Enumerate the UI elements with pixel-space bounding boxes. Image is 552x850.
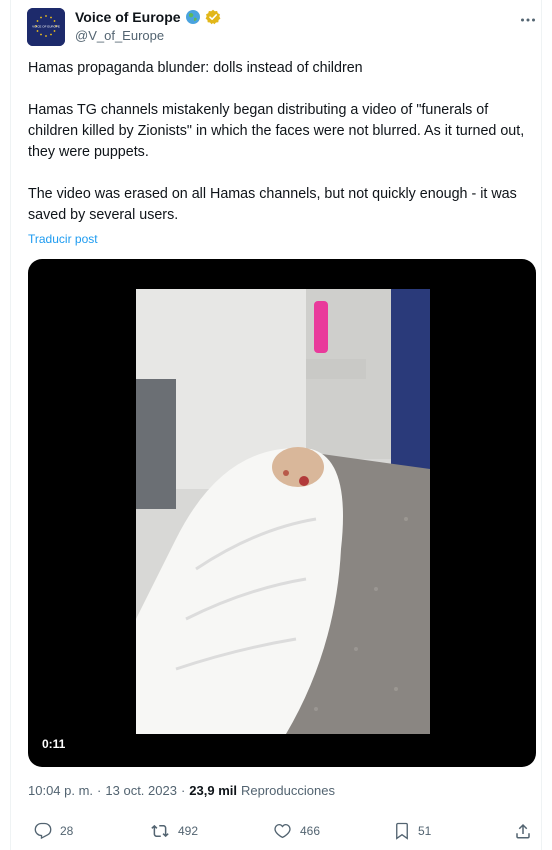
- tweet-paragraph: The video was erased on all Hamas channe…: [28, 186, 517, 223]
- video-duration: 0:11: [42, 737, 66, 751]
- display-name[interactable]: Voice of Europe: [75, 9, 181, 25]
- reply-button[interactable]: 28: [34, 822, 73, 840]
- meta-separator: ·: [180, 783, 186, 798]
- repost-count: 492: [178, 824, 199, 838]
- like-count: 466: [300, 824, 321, 838]
- tweet-text: Hamas propaganda blunder: dolls instead …: [28, 58, 536, 247]
- avatar[interactable]: VOICE OF EUROPE: [27, 8, 65, 46]
- avatar-text: VOICE OF EUROPE: [32, 25, 60, 29]
- tweet-paragraph: Hamas TG channels mistakenly began distr…: [28, 102, 525, 160]
- handle[interactable]: @V_of_Europe: [75, 28, 164, 43]
- share-button[interactable]: [514, 822, 532, 840]
- more-icon[interactable]: [518, 10, 538, 30]
- tweet-meta: 10:04 p. m. · 13 oct. 2023 · 23,9 mil Re…: [28, 783, 335, 798]
- bookmark-count: 51: [418, 824, 432, 838]
- repost-button[interactable]: 492: [150, 822, 198, 840]
- reply-icon: [34, 822, 52, 840]
- action-bar: 28 492 466 51: [28, 822, 536, 848]
- verified-badge-icon: [205, 9, 221, 25]
- tweet-date[interactable]: 13 oct. 2023: [105, 783, 177, 798]
- views-count: 23,9 mil: [189, 783, 237, 798]
- globe-icon: [185, 9, 201, 25]
- share-icon: [514, 822, 532, 840]
- name-row: Voice of Europe: [75, 9, 221, 25]
- like-button[interactable]: 466: [273, 822, 320, 840]
- video-frame[interactable]: [136, 289, 430, 734]
- video-player[interactable]: [28, 259, 536, 767]
- bookmark-icon: [394, 822, 410, 840]
- meta-separator: ·: [97, 783, 102, 798]
- reply-count: 28: [60, 824, 74, 838]
- bookmark-button[interactable]: 51: [394, 822, 431, 840]
- tweet-time[interactable]: 10:04 p. m.: [28, 783, 93, 798]
- views-label: Reproducciones: [241, 783, 335, 798]
- repost-icon: [150, 822, 170, 840]
- like-icon: [273, 822, 292, 840]
- translate-link[interactable]: Traducir post: [28, 232, 98, 246]
- tweet-paragraph: Hamas propaganda blunder: dolls instead …: [28, 60, 363, 76]
